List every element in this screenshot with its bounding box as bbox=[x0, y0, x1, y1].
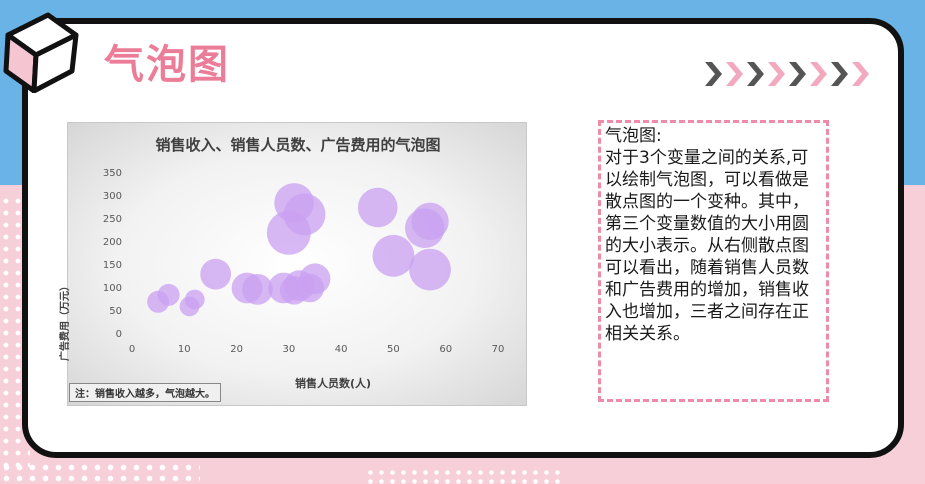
y-tick-label: 100 bbox=[103, 283, 122, 294]
decor-dots-bottom bbox=[0, 462, 200, 484]
bubble-point bbox=[184, 289, 205, 310]
bubble-point bbox=[157, 283, 180, 306]
x-tick-label: 10 bbox=[178, 344, 191, 355]
bubble-point bbox=[409, 248, 451, 291]
description-box: 气泡图: 对于3个变量之间的关系,可以绘制气泡图，可以看做是散点图的一个变种。其… bbox=[598, 120, 829, 402]
chevron-shape bbox=[789, 62, 806, 86]
chevron-shape bbox=[705, 62, 722, 86]
y-tick-label: 250 bbox=[103, 214, 122, 225]
x-tick-label: 30 bbox=[282, 344, 295, 355]
chevron-shape bbox=[831, 62, 848, 86]
chevron-row-icon bbox=[705, 62, 869, 86]
x-tick-label: 20 bbox=[230, 344, 243, 355]
bubble-chart: 销售收入、销售人员数、广告费用的气泡图 0 50 100 150 200 250 300 35… bbox=[60, 122, 527, 406]
bubble-point bbox=[283, 193, 326, 236]
chart-plot-area: 0 50 100 150 200 250 300 350 0 10 20 30 40 50 60 70 bbox=[103, 168, 505, 355]
bubble-point bbox=[357, 187, 398, 228]
description-body: 对于3个变量之间的关系,可以绘制气泡图，可以看做是散点图的一个变种。其中，第三个… bbox=[605, 148, 809, 344]
decor-dots-bottom-center bbox=[365, 468, 565, 484]
x-tick-label: 40 bbox=[335, 344, 348, 355]
chevron-shape bbox=[768, 62, 785, 86]
x-tick-label: 60 bbox=[439, 344, 452, 355]
bubble-point bbox=[411, 202, 449, 240]
y-tick-label: 200 bbox=[103, 237, 122, 248]
cube-icon bbox=[3, 12, 79, 93]
x-tick-label: 70 bbox=[492, 344, 505, 355]
y-tick-label: 150 bbox=[103, 260, 122, 271]
y-tick-label: 300 bbox=[103, 191, 122, 202]
chevron-shape bbox=[726, 62, 743, 86]
x-tick-label: 50 bbox=[387, 344, 400, 355]
x-tick-label: 0 bbox=[129, 344, 135, 355]
description-heading: 气泡图: bbox=[605, 126, 662, 146]
bubble-point bbox=[242, 273, 273, 305]
bubble-point bbox=[200, 258, 232, 290]
y-tick-label: 0 bbox=[116, 329, 122, 340]
page-title: 气泡图 bbox=[104, 42, 230, 88]
chevron-shape bbox=[747, 62, 764, 86]
chevron-shape bbox=[852, 62, 869, 86]
y-tick-label: 50 bbox=[109, 306, 122, 317]
bubble-point bbox=[372, 234, 415, 277]
chevron-shape bbox=[810, 62, 827, 86]
y-tick-label: 350 bbox=[103, 168, 122, 179]
bubble-point bbox=[299, 263, 331, 295]
chart-note: 注：销售收入越多，气泡越大。 bbox=[69, 383, 221, 402]
